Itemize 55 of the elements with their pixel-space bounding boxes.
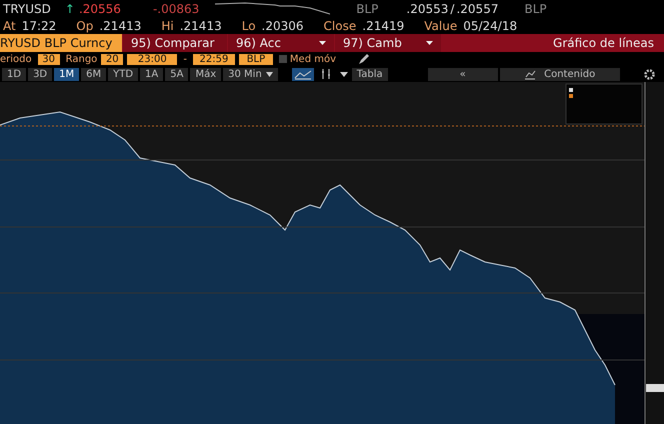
- stat-value: 05/24/18: [463, 18, 518, 32]
- checkbox[interactable]: [278, 55, 287, 63]
- stat-label: Op: [76, 18, 94, 32]
- range-tab[interactable]: YTD: [108, 68, 138, 80]
- period-label: eriodo: [0, 54, 32, 64]
- arrow-text: ↑: [64, 2, 75, 16]
- stat-label: Lo: [242, 18, 256, 32]
- slash: /: [450, 2, 454, 16]
- range-tab[interactable]: 1D: [2, 68, 26, 80]
- ask: .20557: [456, 2, 498, 16]
- range-tab[interactable]: 1M: [54, 68, 80, 80]
- caret-icon: [266, 72, 273, 76]
- source-field[interactable]: BLP: [238, 54, 273, 64]
- action-button[interactable]: 96) Acc: [228, 34, 334, 52]
- content-button[interactable]: Contenido: [500, 68, 620, 80]
- source: BLP: [356, 2, 378, 16]
- period-field[interactable]: 30: [38, 54, 60, 64]
- settings-icon[interactable]: [644, 68, 655, 80]
- stat-value: .21419: [362, 18, 404, 32]
- range-label: Rango: [66, 54, 98, 64]
- caret-icon[interactable]: [340, 72, 348, 76]
- stat-value: .21413: [99, 18, 142, 32]
- caret-icon: [426, 41, 433, 45]
- action-button[interactable]: 95) Comparar: [123, 34, 227, 52]
- bid: .20553: [406, 2, 448, 16]
- security-field[interactable]: RYUSD BLP Curncy: [0, 34, 122, 52]
- stat-value: .21413: [180, 18, 222, 32]
- stat-value: .20306: [262, 18, 304, 32]
- range-field[interactable]: 20: [101, 54, 124, 64]
- range-tab[interactable]: 1A: [140, 68, 164, 80]
- table-button[interactable]: Tabla: [352, 68, 388, 80]
- source: BLP: [524, 2, 547, 16]
- stat-label: Close: [324, 18, 356, 32]
- last-price: .20556: [78, 2, 121, 16]
- stat-label: At: [3, 18, 16, 32]
- range-tab[interactable]: Máx: [190, 68, 222, 80]
- change: -.00863: [152, 2, 200, 16]
- stat-label: Value: [424, 18, 458, 32]
- range-tab[interactable]: 6M: [81, 68, 106, 80]
- collapse-button[interactable]: «: [428, 68, 498, 80]
- end-time-field[interactable]: 22:59: [192, 54, 235, 64]
- range-tab[interactable]: 5A: [165, 68, 188, 80]
- checkbox-label: Med móv: [290, 54, 336, 64]
- interval-dropdown[interactable]: 30 Min: [223, 68, 278, 80]
- chart-icon: [524, 70, 536, 80]
- range-tab[interactable]: 3D: [28, 68, 52, 80]
- chart-title: Gráfico de líneas: [553, 36, 655, 50]
- ticker: TRYUSD: [3, 2, 51, 16]
- dash: -: [183, 54, 187, 64]
- stat-value: 17:22: [22, 18, 56, 32]
- caret-icon: [319, 41, 326, 45]
- stat-label: Hi: [161, 18, 174, 32]
- start-time-field[interactable]: 23:00: [127, 54, 178, 64]
- action-button[interactable]: 97) Camb: [335, 34, 441, 52]
- line-chart-icon[interactable]: [292, 68, 314, 80]
